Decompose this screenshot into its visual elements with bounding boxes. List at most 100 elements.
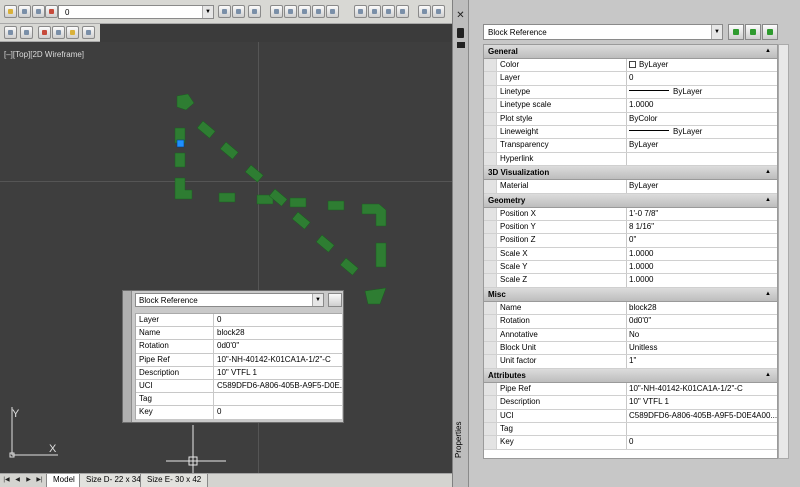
layer-dropdown[interactable]: 0 ▼ [58, 5, 214, 19]
property-value[interactable]: 8 1/16" [627, 221, 777, 233]
zoom-out-icon[interactable] [312, 5, 325, 18]
property-row-linetype[interactable]: Linetype ByLayer [484, 85, 777, 100]
property-row-rotation[interactable]: Rotation 0d0'0" [484, 315, 777, 329]
zoom-previous-icon[interactable] [326, 5, 339, 18]
light-bulb-icon[interactable] [4, 5, 17, 18]
quick-row-layer[interactable]: Layer 0 [136, 314, 342, 328]
property-value[interactable]: 10"-NH-40142-K01CA1A-1/2"-C [627, 383, 777, 395]
property-value[interactable]: 1" [627, 355, 777, 367]
layer-states-icon[interactable] [248, 5, 261, 18]
property-row-block-unit[interactable]: Block Unit Unitless [484, 342, 777, 356]
property-value[interactable]: ByLayer [627, 139, 777, 151]
property-value[interactable] [627, 153, 777, 165]
row-value[interactable]: 0 [214, 314, 342, 326]
auto-hide-icon[interactable] [457, 28, 464, 38]
category-3d-visualization[interactable]: 3D Visualization ▲ [484, 166, 777, 181]
orbit-icon[interactable] [368, 5, 381, 18]
property-row-annotative[interactable]: Annotative No [484, 328, 777, 343]
zoom-window-icon[interactable] [270, 5, 283, 18]
property-row-position-y[interactable]: Position Y8 1/16" [484, 220, 777, 235]
property-row-scale-x[interactable]: Scale X 1.0000 [484, 247, 777, 262]
property-row-position-x[interactable]: Position X 1'-0 7/8" [484, 207, 777, 221]
property-value[interactable]: ByLayer [627, 86, 777, 98]
property-row-scale-y[interactable]: Scale Y 1.0000 [484, 261, 777, 275]
properties-scrollbar[interactable] [778, 44, 789, 459]
collapse-icon[interactable]: ▲ [765, 194, 771, 207]
close-icon[interactable]: ✕ [455, 10, 466, 21]
zoom-in-icon[interactable] [298, 5, 311, 18]
chevron-down-icon[interactable]: ▼ [202, 6, 213, 18]
collapse-icon[interactable]: ▲ [765, 166, 771, 179]
property-row-transparency[interactable]: Transparency ByLayer [484, 139, 777, 153]
property-value[interactable]: 1.0000 [627, 261, 777, 273]
property-value[interactable]: ByLayer [627, 180, 777, 192]
print-icon[interactable] [4, 26, 17, 39]
property-row-linetype-scale[interactable]: Linetype scale 1.0000 [484, 99, 777, 113]
chevron-down-icon[interactable]: ▼ [312, 294, 323, 306]
property-row-uci[interactable]: UCI C589DFD6-A806-405B-A9F5-D0E4A00... [484, 409, 777, 423]
quick-row-rotation[interactable]: Rotation 0d0'0" [136, 340, 342, 354]
property-value[interactable]: 1.0000 [627, 99, 777, 111]
property-row-layer[interactable]: Layer 0 [484, 72, 777, 86]
property-value[interactable]: 0 [627, 436, 777, 448]
last-tab-icon[interactable]: ▶| [35, 476, 44, 485]
quick-row-name[interactable]: Name block28 [136, 327, 342, 341]
property-row-hyperlink[interactable]: Hyperlink [484, 152, 777, 167]
category-geometry[interactable]: Geometry ▲ [484, 193, 777, 208]
category-misc[interactable]: Misc ▲ [484, 287, 777, 302]
quick-row-description[interactable]: Description 10" VTFL 1 [136, 366, 342, 380]
category-general[interactable]: General ▲ [484, 45, 777, 59]
plot-preview-icon[interactable] [20, 26, 33, 39]
row-value[interactable] [214, 393, 342, 405]
quick-object-type-dropdown[interactable]: Block Reference ▼ [135, 293, 324, 307]
layout-icon[interactable] [66, 26, 79, 39]
property-row-pipe-ref[interactable]: Pipe Ref 10"-NH-40142-K01CA1A-1/2"-C [484, 382, 777, 397]
tab-layout-e[interactable]: Size E- 30 x 42 [140, 474, 209, 487]
property-value[interactable]: 1'-0 7/8" [627, 208, 777, 220]
select-objects-icon[interactable] [745, 24, 761, 40]
page-setup-icon[interactable] [52, 26, 65, 39]
match-properties-icon[interactable] [418, 5, 431, 18]
publish-icon[interactable] [38, 26, 51, 39]
property-row-key[interactable]: Key 0 [484, 436, 777, 450]
quick-row-tag[interactable]: Tag [136, 393, 342, 407]
quick-row-uci[interactable]: UCI C589DFD6-A806-405B-A9F5-D0E... [136, 379, 342, 394]
row-value[interactable]: 0d0'0" [214, 340, 342, 352]
row-value[interactable]: 0 [214, 406, 342, 418]
property-row-unit-factor[interactable]: Unit factor 1" [484, 355, 777, 369]
property-value[interactable]: ByLayer [627, 59, 777, 71]
row-value[interactable]: block28 [214, 327, 342, 339]
previous-tab-icon[interactable]: ◀ [13, 476, 22, 485]
make-current-icon[interactable] [218, 5, 231, 18]
property-row-description[interactable]: Description 10" VTFL 1 [484, 396, 777, 410]
lock-icon[interactable] [32, 5, 45, 18]
quick-properties-settings-icon[interactable] [328, 293, 342, 307]
property-row-position-z[interactable]: Position Z 0" [484, 234, 777, 248]
property-row-tag[interactable]: Tag [484, 422, 777, 437]
chevron-down-icon[interactable]: ▼ [711, 25, 722, 39]
property-value[interactable] [627, 423, 777, 435]
collapse-icon[interactable]: ▲ [765, 369, 771, 382]
row-value[interactable]: 10"-NH-40142-K01CA1A-1/2"-C [214, 354, 342, 366]
row-value[interactable]: 10" VTFL 1 [214, 367, 342, 379]
property-row-name[interactable]: Name block28 [484, 301, 777, 316]
property-row-lineweight[interactable]: Lineweight ByLayer [484, 125, 777, 140]
pan-icon[interactable] [354, 5, 367, 18]
property-value[interactable]: ByColor [627, 113, 777, 125]
row-value[interactable]: C589DFD6-A806-405B-A9F5-D0E... [214, 380, 342, 392]
property-value[interactable]: 1.0000 [627, 274, 777, 286]
visual-style-icon[interactable] [396, 5, 409, 18]
toggle-pickadd-icon[interactable] [728, 24, 744, 40]
property-value[interactable]: C589DFD6-A806-405B-A9F5-D0E4A00... [627, 410, 777, 422]
quick-row-pipe-ref[interactable]: Pipe Ref 10"-NH-40142-K01CA1A-1/2"-C [136, 353, 342, 367]
zoom-extents-icon[interactable] [284, 5, 297, 18]
property-value[interactable]: No [627, 329, 777, 341]
first-tab-icon[interactable]: |◀ [2, 476, 11, 485]
quick-select-icon[interactable] [432, 5, 445, 18]
property-value[interactable]: 0d0'0" [627, 315, 777, 327]
palette-title-strip[interactable]: ✕ Properties [453, 0, 469, 487]
tab-model[interactable]: Model [46, 474, 82, 487]
quick-select-icon[interactable] [762, 24, 778, 40]
collapse-icon[interactable]: ▲ [765, 45, 771, 58]
property-row-material[interactable]: Material ByLayer [484, 180, 777, 194]
